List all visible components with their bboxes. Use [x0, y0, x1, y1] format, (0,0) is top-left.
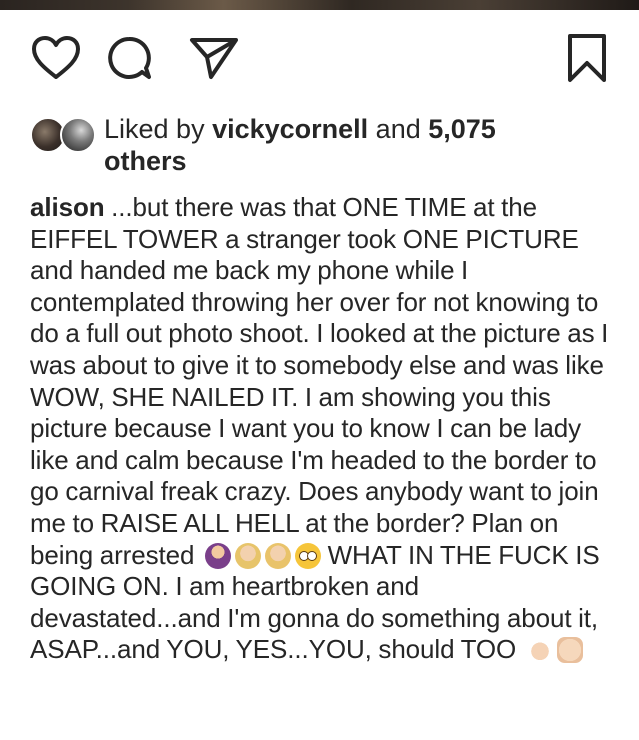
- woman-shrugging-emoji: [204, 542, 231, 569]
- paper-plane-icon: [190, 38, 238, 79]
- caption-username-link[interactable]: alison: [30, 192, 105, 222]
- like-button[interactable]: [26, 28, 86, 88]
- woman-facepalming-emoji: [234, 542, 261, 569]
- likes-count[interactable]: 5,075: [428, 114, 496, 144]
- comment-bubble-icon: [108, 37, 151, 79]
- share-button[interactable]: [184, 28, 244, 88]
- likes-prefix: Liked by: [104, 114, 213, 144]
- likes-others-link[interactable]: others: [104, 146, 187, 176]
- liker-avatars: [30, 117, 100, 153]
- bookmark-icon: [568, 34, 606, 82]
- caption-text: ...but there was that ONE TIME at the EI…: [30, 192, 609, 570]
- comment-button[interactable]: [99, 28, 159, 88]
- woman-facepalming-emoji: [264, 542, 291, 569]
- avatar[interactable]: [60, 117, 96, 153]
- flushed-face-emoji: [294, 542, 321, 569]
- post-action-bar: [0, 28, 639, 88]
- liker-username-link[interactable]: vickycornell: [212, 114, 368, 144]
- post-image-bottom-edge: [0, 0, 639, 10]
- oncoming-fist-emoji: [556, 637, 583, 664]
- folded-hands-emoji: [526, 637, 553, 664]
- likes-middle: and: [368, 114, 429, 144]
- post-caption: alison ...but there was that ONE TIME at…: [30, 192, 615, 666]
- likes-text: Liked by vickycornell and 5,075 others: [104, 113, 604, 177]
- heart-icon: [32, 36, 80, 79]
- save-button[interactable]: [557, 28, 617, 88]
